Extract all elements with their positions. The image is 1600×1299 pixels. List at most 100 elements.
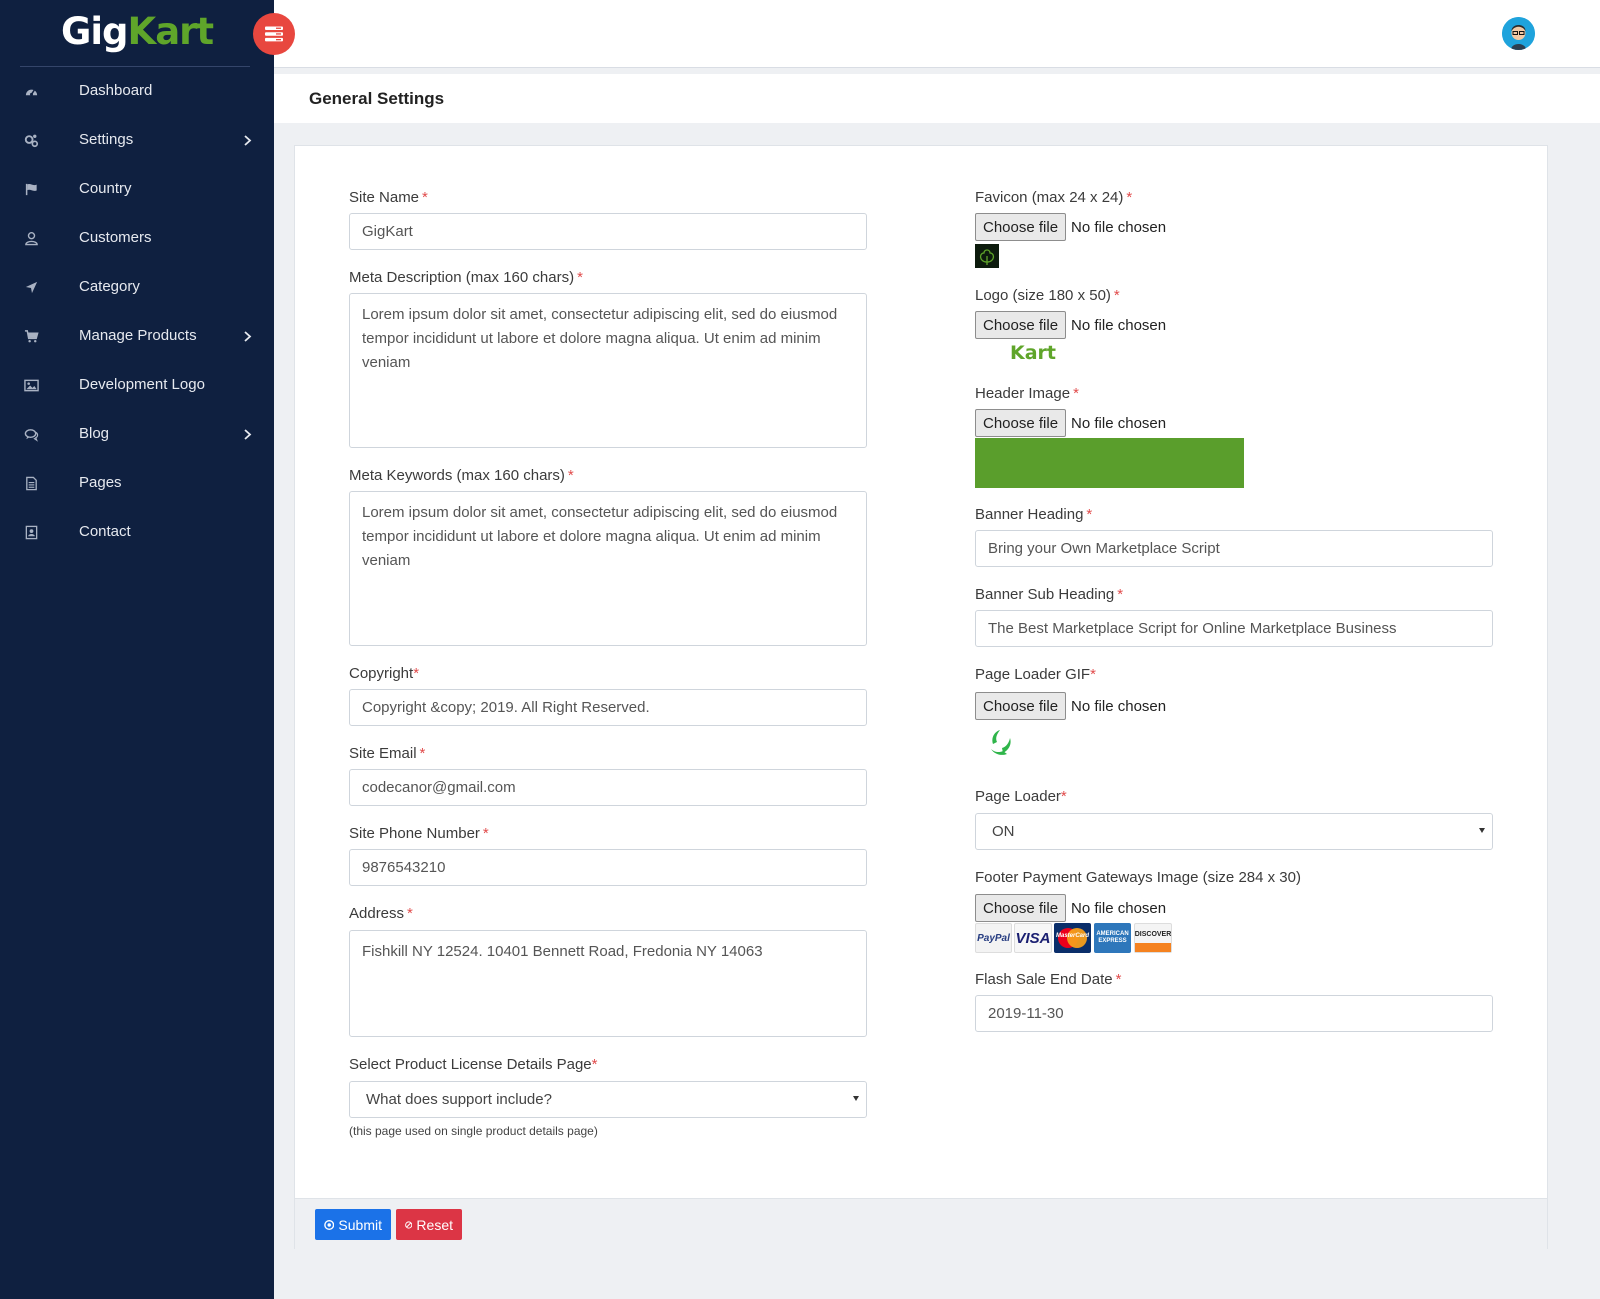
required-mark: * bbox=[1115, 971, 1122, 988]
license-page-help: (this page used on single product detail… bbox=[349, 1124, 598, 1138]
header-image-file-status: No file chosen bbox=[1071, 414, 1167, 432]
header-image-label: Header Image * bbox=[975, 385, 1079, 402]
banner-sub-heading-label: Banner Sub Heading * bbox=[975, 586, 1123, 603]
meta-keywords-label: Meta Keywords (max 160 chars) * bbox=[349, 467, 574, 484]
cart-icon bbox=[24, 330, 39, 343]
payment-gateways-preview: PayPal VISA MasterCard AMERICAN EXPRESS … bbox=[975, 923, 1172, 953]
required-mark: * bbox=[422, 189, 428, 206]
page-loader-select[interactable]: ON bbox=[975, 813, 1493, 850]
banner-sub-heading-input[interactable]: The Best Marketplace Script for Online M… bbox=[975, 610, 1493, 647]
footer-payment-choose-file-button[interactable]: Choose file bbox=[975, 894, 1067, 922]
required-mark: * bbox=[1060, 788, 1067, 805]
submit-button[interactable]: Submit bbox=[315, 1209, 391, 1240]
sidebar-item-settings[interactable]: Settings bbox=[0, 116, 274, 165]
sidebar-item-manage-products[interactable]: Manage Products bbox=[0, 312, 274, 361]
footer-payment-label: Footer Payment Gateways Image (size 284 … bbox=[975, 869, 1301, 886]
sidebar-toggle-button[interactable] bbox=[253, 13, 295, 55]
license-page-selected: What does support include? bbox=[366, 1091, 552, 1108]
sidebar-item-category[interactable]: Category bbox=[0, 263, 274, 312]
favicon-preview bbox=[975, 244, 999, 268]
top-header bbox=[274, 0, 1600, 68]
required-mark: * bbox=[1117, 586, 1124, 603]
sidebar-item-country[interactable]: Country bbox=[0, 165, 274, 214]
form-actions: Submit Reset bbox=[295, 1198, 1547, 1249]
image-icon bbox=[24, 379, 39, 392]
site-email-input[interactable]: codecanor@gmail.com bbox=[349, 769, 867, 806]
site-phone-label-text: Site Phone Number bbox=[349, 825, 480, 842]
flag-icon bbox=[25, 183, 37, 196]
page-loader-selected: ON bbox=[992, 823, 1015, 840]
chevron-right-icon bbox=[244, 135, 252, 146]
mastercard-label: MasterCard bbox=[1056, 933, 1090, 939]
sidebar: GigKart Dashboard Settings Country Custo… bbox=[0, 0, 274, 1299]
discover-card: DISCOVER bbox=[1134, 923, 1172, 953]
discover-stripe bbox=[1135, 943, 1171, 952]
favicon-label: Favicon (max 24 x 24) * bbox=[975, 189, 1132, 206]
address-label: Address * bbox=[349, 905, 413, 922]
sidebar-item-label: Category bbox=[79, 278, 140, 295]
sidebar-item-blog[interactable]: Blog bbox=[0, 410, 274, 459]
sidebar-item-dashboard[interactable]: Dashboard bbox=[0, 67, 274, 116]
required-mark: * bbox=[567, 467, 574, 484]
favicon-choose-file-button[interactable]: Choose file bbox=[975, 213, 1067, 241]
visa-card: VISA bbox=[1014, 923, 1052, 953]
copyright-input[interactable]: Copyright &copy; 2019. All Right Reserve… bbox=[349, 689, 867, 726]
site-name-input[interactable]: GigKart bbox=[349, 213, 867, 250]
sidebar-item-pages[interactable]: Pages bbox=[0, 459, 274, 508]
sidebar-item-label: Blog bbox=[79, 425, 110, 442]
required-mark: * bbox=[1090, 666, 1096, 683]
site-phone-input[interactable]: 9876543210 bbox=[349, 849, 867, 886]
sidebar-item-label: Country bbox=[79, 180, 132, 197]
required-mark: * bbox=[591, 1056, 598, 1073]
header-image-label-text: Header Image bbox=[975, 385, 1071, 402]
site-name-label-text: Site Name bbox=[349, 189, 420, 206]
required-mark: * bbox=[1073, 385, 1079, 402]
page-loader-gif-label-text: Page Loader GIF bbox=[975, 666, 1091, 683]
banner-heading-input[interactable]: Bring your Own Marketplace Script bbox=[975, 530, 1493, 567]
copyright-label: Copyright* bbox=[349, 665, 419, 682]
sidebar-item-customers[interactable]: Customers bbox=[0, 214, 274, 263]
logo-label-text: Logo (size 180 x 50) bbox=[975, 287, 1111, 304]
header-image-choose-file-button[interactable]: Choose file bbox=[975, 409, 1067, 437]
submit-button-label: Submit bbox=[338, 1216, 382, 1233]
sidebar-item-contact[interactable]: Contact bbox=[0, 508, 274, 557]
amex-card: AMERICAN EXPRESS bbox=[1094, 923, 1131, 953]
page-loader-label: Page Loader* bbox=[975, 788, 1067, 805]
mastercard-card: MasterCard bbox=[1054, 923, 1091, 953]
sidebar-item-label: Pages bbox=[79, 474, 122, 491]
flash-sale-label-text: Flash Sale End Date bbox=[975, 971, 1113, 988]
meta-keywords-textarea[interactable]: Lorem ipsum dolor sit amet, consectetur … bbox=[349, 491, 867, 646]
required-mark: * bbox=[1113, 287, 1120, 304]
required-mark: * bbox=[407, 905, 413, 922]
page-loader-gif-file-input[interactable]: Choose file No file chosen bbox=[975, 692, 1166, 720]
sidebar-item-development-logo[interactable]: Development Logo bbox=[0, 361, 274, 410]
location-arrow-icon bbox=[25, 281, 38, 294]
menu-icon bbox=[265, 26, 283, 42]
check-circle-icon bbox=[324, 1219, 335, 1230]
header-image-preview bbox=[975, 438, 1244, 488]
logo-file-input[interactable]: Choose file No file chosen bbox=[975, 311, 1166, 339]
brand[interactable]: GigKart bbox=[0, 0, 274, 68]
discover-label: DISCOVER bbox=[1134, 931, 1172, 938]
header-image-file-input[interactable]: Choose file No file chosen bbox=[975, 409, 1166, 437]
file-icon bbox=[26, 476, 37, 491]
required-mark: * bbox=[482, 825, 489, 842]
logo-choose-file-button[interactable]: Choose file bbox=[975, 311, 1067, 339]
license-page-select[interactable]: What does support include? bbox=[349, 1081, 867, 1118]
user-avatar[interactable] bbox=[1502, 17, 1535, 50]
reset-button-label: Reset bbox=[416, 1216, 453, 1233]
brand-logo[interactable]: GigKart bbox=[61, 10, 214, 53]
footer-payment-file-status: No file chosen bbox=[1071, 899, 1167, 917]
loader-preview-icon bbox=[991, 730, 1011, 755]
reset-button[interactable]: Reset bbox=[396, 1209, 462, 1240]
banner-heading-label-text: Banner Heading bbox=[975, 506, 1084, 523]
favicon-file-input[interactable]: Choose file No file chosen bbox=[975, 213, 1166, 241]
page-loader-gif-choose-file-button[interactable]: Choose file bbox=[975, 692, 1067, 720]
flash-sale-end-date-input[interactable]: 2019-11-30 bbox=[975, 995, 1493, 1032]
ban-icon bbox=[405, 1220, 413, 1229]
footer-payment-file-input[interactable]: Choose file No file chosen bbox=[975, 894, 1166, 922]
meta-description-textarea[interactable]: Lorem ipsum dolor sit amet, consectetur … bbox=[349, 293, 867, 448]
required-mark: * bbox=[419, 745, 426, 762]
address-textarea[interactable]: Fishkill NY 12524. 10401 Bennett Road, F… bbox=[349, 930, 867, 1037]
sidebar-nav: Dashboard Settings Country Customers Cat… bbox=[0, 67, 274, 557]
